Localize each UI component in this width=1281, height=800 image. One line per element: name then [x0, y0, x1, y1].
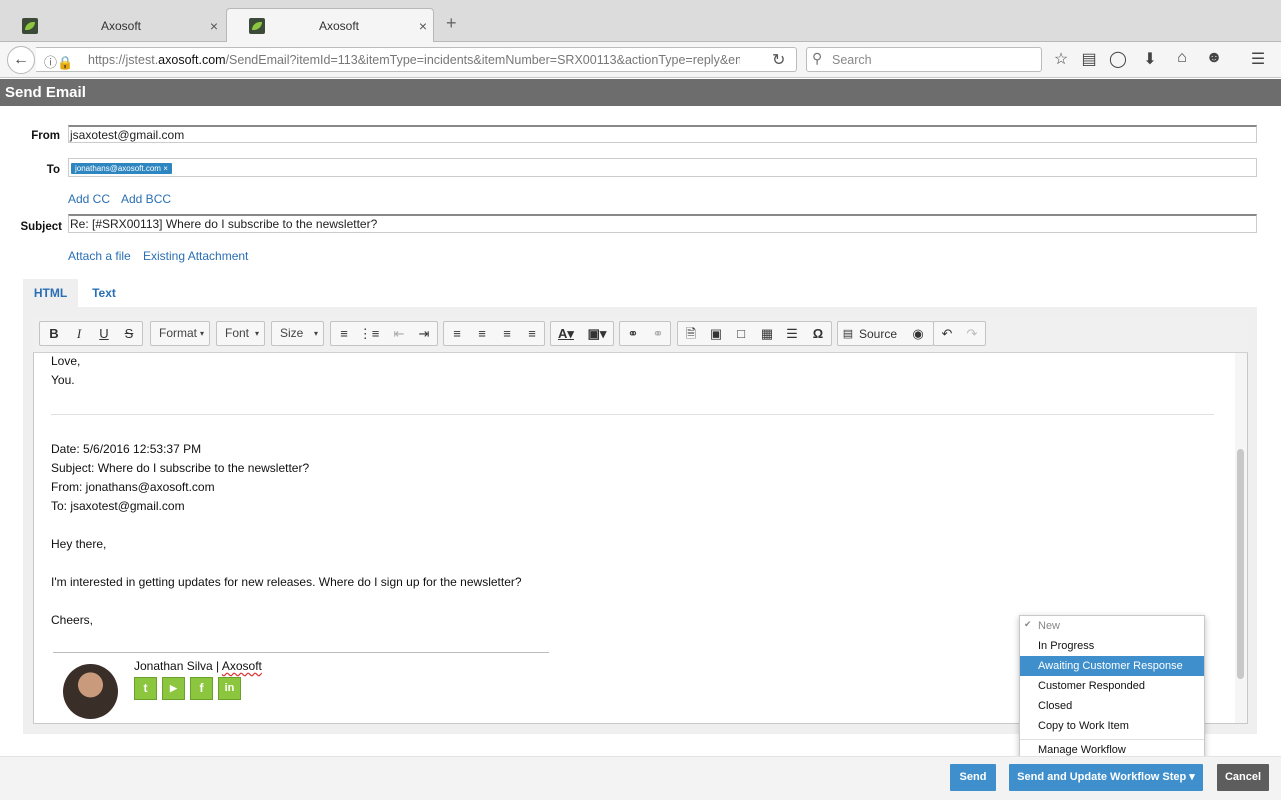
menu-item-in-progress[interactable]: In Progress	[1020, 636, 1204, 656]
link-icon[interactable]: ⚭	[621, 324, 645, 344]
bookmark-star-icon[interactable]: ☆	[1051, 49, 1071, 69]
document-icon[interactable]: 🗎	[679, 324, 703, 344]
to-label: To	[46, 164, 60, 176]
chat-icon[interactable]: ☻	[1204, 49, 1224, 67]
browser-tab-2-active[interactable]: Axosoft ×	[226, 8, 434, 43]
indent-icon[interactable]: ⇥	[412, 324, 436, 344]
source-button[interactable]: Source	[857, 324, 899, 344]
image-icon[interactable]: ▣	[704, 324, 728, 344]
menu-hamburger-icon[interactable]: ☰	[1248, 49, 1268, 69]
table-icon[interactable]: ▦	[755, 324, 779, 344]
remove-recipient-icon[interactable]: ×	[163, 164, 168, 173]
reload-icon[interactable]: ↻	[772, 50, 785, 70]
horizontal-line-icon[interactable]: ☰	[780, 324, 804, 344]
outdent-icon[interactable]: ⇤	[387, 324, 411, 344]
url-text[interactable]: https://jstest.axosoft.com/SendEmail?ite…	[88, 53, 740, 67]
home-icon[interactable]: ⌂	[1172, 49, 1192, 67]
menu-item-copy-to-work-item[interactable]: Copy to Work Item	[1020, 716, 1204, 736]
menu-item-new[interactable]: New	[1020, 616, 1204, 636]
recipient-chip[interactable]: jonathans@axosoft.com ×	[71, 163, 172, 174]
special-char-omega-icon[interactable]: Ω	[806, 324, 830, 344]
body-line: You.	[51, 373, 75, 387]
quoted-message: I'm interested in getting updates for ne…	[51, 575, 522, 589]
download-icon[interactable]: ⬇	[1140, 49, 1160, 69]
format-dropdown[interactable]: Format	[150, 321, 210, 346]
quoted-subject: Subject: Where do I subscribe to the new…	[51, 461, 310, 475]
cancel-button[interactable]: Cancel	[1217, 764, 1269, 791]
bold-button[interactable]: B	[42, 324, 66, 344]
menu-item-customer-responded[interactable]: Customer Responded	[1020, 676, 1204, 696]
align-right-icon[interactable]: ≡	[495, 324, 519, 344]
body-line: Love,	[51, 354, 81, 368]
font-dropdown[interactable]: Font	[216, 321, 265, 346]
quote-divider	[51, 414, 1214, 415]
reading-list-icon[interactable]: ▤	[1079, 49, 1099, 69]
bulleted-list-icon[interactable]: ⋮≡	[357, 324, 381, 344]
unlink-icon[interactable]: ⚭	[646, 324, 670, 344]
tab-title: Axosoft	[100, 18, 142, 33]
axosoft-favicon-icon	[22, 17, 38, 34]
tab-title: Axosoft	[318, 19, 360, 33]
search-placeholder: Search	[832, 53, 872, 67]
size-dropdown[interactable]: Size	[271, 321, 324, 346]
attach-file-link[interactable]: Attach a file	[68, 249, 131, 263]
justify-icon[interactable]: ≡	[520, 324, 544, 344]
quoted-to: To: jsaxotest@gmail.com	[51, 499, 185, 513]
twitter-icon[interactable]: t	[134, 677, 157, 700]
quoted-closing: Cheers,	[51, 613, 94, 627]
avatar	[63, 664, 118, 719]
spellcheck-icon[interactable]: ◉	[906, 324, 930, 344]
undo-icon[interactable]: ↶	[935, 324, 959, 344]
signature-name: Jonathan Silva | Axosoft	[134, 659, 262, 673]
strikethrough-button[interactable]: S	[117, 324, 141, 344]
page-icon[interactable]: □	[729, 324, 753, 344]
browser-tab-1[interactable]: Axosoft ×	[0, 9, 224, 42]
pocket-icon[interactable]: ◯	[1108, 49, 1128, 69]
back-arrow-icon[interactable]: ←	[7, 46, 35, 74]
signature-divider	[53, 652, 549, 653]
tab-text[interactable]: Text	[80, 279, 128, 307]
site-info-lock-icon[interactable]: ⓘ🔒	[44, 52, 73, 71]
quoted-greeting: Hey there,	[51, 537, 107, 551]
align-center-icon[interactable]: ≡	[470, 324, 494, 344]
axosoft-favicon-icon	[249, 18, 265, 34]
subject-label: Subject	[20, 221, 62, 233]
tab-close-icon[interactable]: ×	[413, 18, 433, 34]
tab-html[interactable]: HTML	[23, 279, 78, 307]
add-bcc-link[interactable]: Add BCC	[121, 192, 171, 206]
tab-close-icon[interactable]: ×	[204, 18, 224, 34]
editor-scrollbar-thumb[interactable]	[1237, 449, 1244, 679]
page-title: Send Email	[0, 79, 1281, 106]
redo-icon[interactable]: ↷	[960, 324, 984, 344]
numbered-list-icon[interactable]: ≡	[332, 324, 356, 344]
text-color-icon[interactable]: A▾	[554, 324, 578, 344]
linkedin-icon[interactable]: in	[218, 677, 241, 700]
new-tab-button[interactable]: +	[446, 13, 457, 34]
menu-item-closed[interactable]: Closed	[1020, 696, 1204, 716]
search-icon: ⚲	[812, 50, 823, 66]
underline-button[interactable]: U	[92, 324, 116, 344]
quoted-date: Date: 5/6/2016 12:53:37 PM	[51, 442, 202, 456]
background-color-icon[interactable]: ▣▾	[585, 324, 609, 344]
facebook-icon[interactable]: f	[190, 677, 213, 700]
youtube-icon[interactable]: ▶	[162, 677, 185, 700]
menu-item-awaiting-customer-response[interactable]: Awaiting Customer Response	[1020, 656, 1204, 676]
send-and-update-workflow-button[interactable]: Send and Update Workflow Step ▾	[1009, 764, 1203, 791]
from-field[interactable]: jsaxotest@gmail.com	[68, 125, 1257, 143]
quoted-from: From: jonathans@axosoft.com	[51, 480, 215, 494]
to-field[interactable]: jonathans@axosoft.com ×	[68, 158, 1257, 177]
add-cc-link[interactable]: Add CC	[68, 192, 110, 206]
subject-field[interactable]: Re: [#SRX00113] Where do I subscribe to …	[68, 214, 1257, 233]
send-button[interactable]: Send	[950, 764, 996, 791]
source-icon: ▤	[842, 328, 854, 340]
existing-attachment-link[interactable]: Existing Attachment	[143, 249, 248, 263]
from-label: From	[31, 130, 60, 142]
align-left-icon[interactable]: ≡	[445, 324, 469, 344]
italic-button[interactable]: I	[67, 324, 91, 344]
